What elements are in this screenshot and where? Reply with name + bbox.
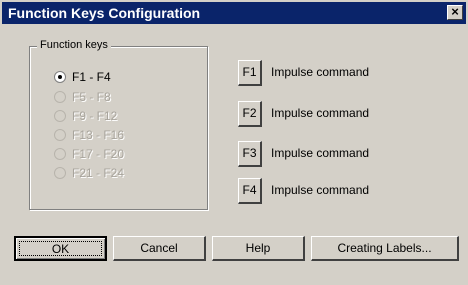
- function-keys-group: Function keys F1 - F4 F5 - F8 F9 - F12 F…: [29, 39, 208, 210]
- close-button[interactable]: ×: [447, 5, 463, 20]
- cancel-button-label: Cancel: [140, 241, 178, 255]
- cancel-button[interactable]: Cancel: [113, 236, 206, 261]
- ok-button[interactable]: OK: [14, 236, 107, 261]
- radio-icon: [54, 167, 66, 179]
- f1-command-label: Impulse command: [271, 65, 370, 79]
- help-button-label: Help: [245, 241, 271, 255]
- f3-command-label: Impulse command: [271, 146, 370, 160]
- radio-label: F9 - F12: [72, 109, 118, 123]
- f4-button[interactable]: F4: [238, 178, 262, 204]
- radio-label: F13 - F16: [72, 128, 125, 142]
- radio-icon: [54, 148, 66, 160]
- function-keys-dialog: Function Keys Configuration × Function k…: [0, 0, 468, 285]
- window-title: Function Keys Configuration: [8, 5, 201, 21]
- radio-label: F5 - F8: [72, 90, 111, 104]
- radio-icon: [54, 91, 66, 103]
- radio-icon: [54, 129, 66, 141]
- radio-icon: [54, 110, 66, 122]
- radio-label: F21 - F24: [72, 166, 125, 180]
- group-legend: Function keys: [37, 39, 111, 51]
- creating-labels-button-label: Creating Labels...: [337, 241, 432, 255]
- creating-labels-button[interactable]: Creating Labels...: [311, 236, 459, 261]
- title-bar[interactable]: Function Keys Configuration ×: [2, 2, 466, 24]
- help-button[interactable]: Help: [212, 236, 305, 261]
- f4-command-label: Impulse command: [271, 183, 370, 197]
- radio-selected-icon: [54, 71, 66, 83]
- f2-command-label: Impulse command: [271, 106, 370, 120]
- radio-label: F1 - F4: [72, 70, 111, 84]
- f1-button[interactable]: F1: [238, 60, 262, 86]
- close-icon: ×: [451, 4, 459, 19]
- radio-label: F17 - F20: [72, 147, 125, 161]
- f2-button[interactable]: F2: [238, 101, 262, 127]
- f3-button[interactable]: F3: [238, 141, 262, 167]
